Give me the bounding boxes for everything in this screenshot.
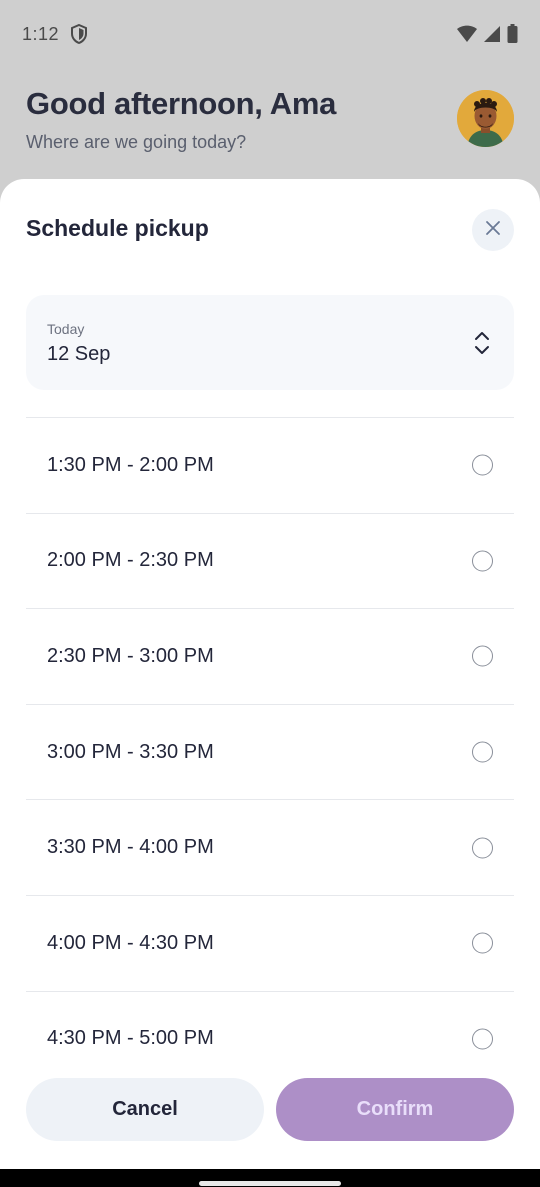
up-down-chevron-icon	[472, 330, 492, 356]
time-slot-label: 4:30 PM - 5:00 PM	[47, 1027, 214, 1050]
time-slot-radio[interactable]	[472, 837, 493, 859]
close-button[interactable]	[472, 209, 514, 251]
time-slot[interactable]: 3:00 PM - 3:30 PM	[26, 703, 514, 800]
navigation-bar	[0, 1169, 540, 1187]
time-slot-list[interactable]: 1:30 PM - 2:00 PM 2:00 PM - 2:30 PM 2:30…	[26, 417, 514, 1067]
status-icons	[457, 24, 518, 48]
date-value: 12 Sep	[47, 343, 111, 365]
sheet-footer: Cancel Confirm	[0, 1067, 540, 1169]
time-slot-radio[interactable]	[472, 1028, 493, 1050]
schedule-pickup-sheet: Schedule pickup Today 12 Sep 1:30 PM - 2…	[0, 179, 540, 1169]
shield-icon	[70, 23, 88, 45]
confirm-button[interactable]: Confirm	[276, 1078, 514, 1141]
time-slot-label: 3:30 PM - 4:00 PM	[47, 836, 214, 859]
time-slot[interactable]: 2:30 PM - 3:00 PM	[26, 608, 514, 704]
time-slot[interactable]: 1:30 PM - 2:00 PM	[26, 417, 514, 513]
time-slot-label: 2:00 PM - 2:30 PM	[47, 549, 214, 572]
status-time: 1:12	[22, 24, 60, 44]
close-icon	[485, 220, 501, 241]
cancel-button[interactable]: Cancel	[26, 1078, 264, 1141]
time-slot[interactable]: 4:30 PM - 5:00 PM	[26, 990, 514, 1067]
sheet-title: Schedule pickup	[26, 215, 209, 241]
time-slot[interactable]: 3:30 PM - 4:00 PM	[26, 799, 514, 895]
wifi-icon	[457, 25, 477, 48]
time-slot[interactable]: 2:00 PM - 2:30 PM	[26, 512, 514, 609]
time-slot-radio[interactable]	[472, 550, 493, 572]
time-slot-label: 2:30 PM - 3:00 PM	[47, 644, 214, 667]
time-slot-label: 4:00 PM - 4:30 PM	[47, 931, 214, 954]
time-slot-label: 3:00 PM - 3:30 PM	[47, 740, 214, 763]
time-slot-radio[interactable]	[472, 932, 493, 954]
time-slot-radio[interactable]	[472, 741, 493, 763]
time-slot-radio[interactable]	[472, 645, 493, 667]
date-selector[interactable]: Today 12 Sep	[26, 295, 514, 390]
signal-icon	[483, 25, 501, 48]
greeting-subtitle: Where are we going today?	[26, 132, 247, 152]
time-slot[interactable]: 4:00 PM - 4:30 PM	[26, 894, 514, 991]
time-slot-label: 1:30 PM - 2:00 PM	[47, 453, 214, 476]
time-slot-radio[interactable]	[472, 454, 493, 476]
battery-icon	[507, 24, 518, 48]
greeting-title: Good afternoon, Ama	[26, 86, 337, 121]
avatar[interactable]	[457, 90, 514, 147]
screen: 1:12 Good afternoon, Ama Where are we go…	[0, 0, 540, 1187]
status-bar: 1:12	[0, 0, 540, 68]
gesture-handle[interactable]	[199, 1181, 341, 1186]
date-label: Today	[47, 321, 85, 337]
